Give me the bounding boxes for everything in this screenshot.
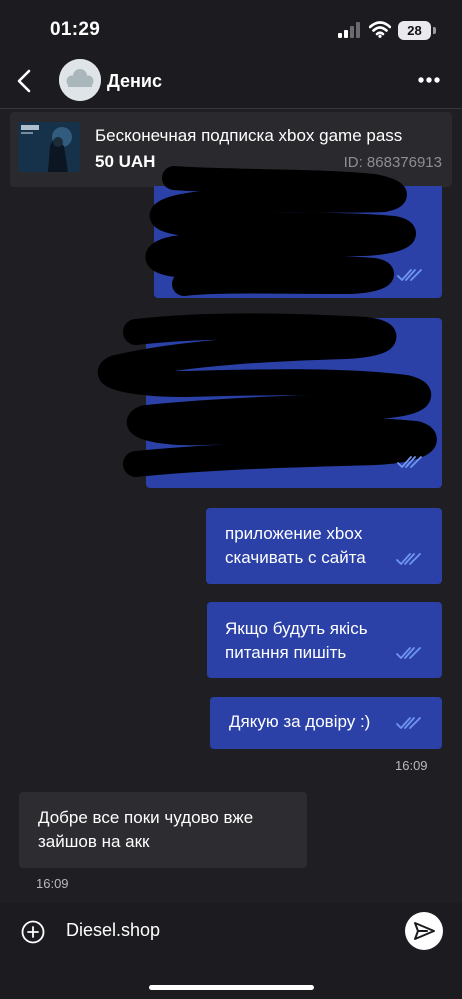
- message-line: скачивать с сайта: [225, 548, 366, 567]
- message-incoming: Добре все поки чудово вже зайшов на акк: [19, 792, 307, 868]
- message-line: Якщо будуть якісь: [225, 619, 368, 638]
- more-dots-icon[interactable]: [414, 70, 444, 90]
- message-line: Добре все поки чудово вже: [38, 808, 254, 827]
- message-outgoing: Дякую за довіру :): [210, 697, 442, 749]
- double-check-icon: [397, 456, 422, 468]
- product-thumbnail: [18, 122, 80, 172]
- double-check-icon: [396, 553, 421, 565]
- message-timestamp: 16:09: [36, 876, 69, 891]
- message-text: Дякую за довіру :): [229, 710, 370, 734]
- double-check-icon: [397, 269, 422, 281]
- chat-header: Денис: [0, 58, 462, 109]
- product-image: [18, 122, 80, 172]
- message-line: питання пишіть: [225, 643, 347, 662]
- add-circle-icon[interactable]: [21, 920, 45, 944]
- message-text: Добре все поки чудово вже зайшов на акк: [38, 806, 253, 854]
- double-check-icon: [396, 647, 421, 659]
- message-redacted-2: [97, 313, 442, 488]
- back-arrow-icon[interactable]: [12, 64, 40, 98]
- battery-cap: [433, 27, 436, 34]
- send-icon: [414, 922, 435, 940]
- status-time: 01:29: [50, 19, 101, 40]
- home-indicator: [149, 985, 314, 990]
- signal-icon: [338, 22, 360, 38]
- message-text: приложение xbox скачивать с сайта: [225, 522, 366, 570]
- status-bar: 01:29 28: [0, 0, 462, 58]
- double-check-icon: [396, 717, 421, 729]
- send-button[interactable]: [405, 912, 443, 950]
- avatar-cloud-icon: [59, 59, 101, 101]
- message-redacted-1: [145, 166, 442, 298]
- wifi-icon: [369, 21, 391, 38]
- message-text: Якщо будуть якісь питання пишіть: [225, 617, 368, 665]
- battery-icon: 28: [398, 21, 431, 40]
- product-price: 50 UAH: [95, 152, 156, 171]
- product-title: Бесконечная подписка xbox game pass: [95, 126, 403, 145]
- message-line: зайшов на акк: [38, 832, 150, 851]
- battery-level: 28: [407, 23, 422, 38]
- message-outgoing: приложение xbox скачивать с сайта: [206, 508, 442, 584]
- message-input[interactable]: Diesel.shop: [66, 920, 160, 941]
- contact-name[interactable]: Денис: [107, 71, 162, 92]
- message-line: Дякую за довіру :): [229, 712, 371, 731]
- avatar[interactable]: [59, 59, 101, 101]
- message-outgoing: Якщо будуть якісь питання пишіть: [207, 602, 442, 678]
- message-composer: Diesel.shop: [0, 903, 462, 999]
- product-id: ID: 868376913: [343, 154, 442, 171]
- message-timestamp: 16:09: [395, 758, 428, 773]
- message-line: приложение xbox: [225, 524, 363, 543]
